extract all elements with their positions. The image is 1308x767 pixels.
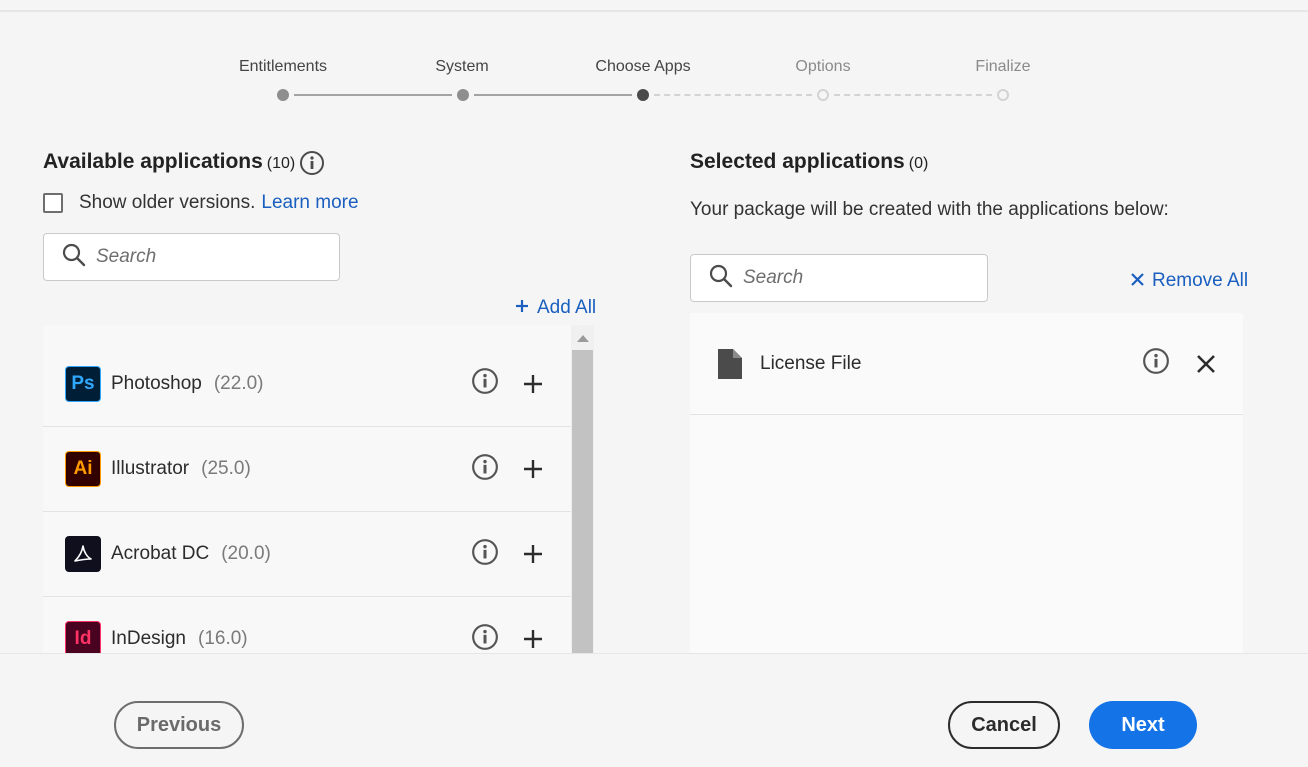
add-all-label: Add All [537, 297, 597, 318]
progress-stepper: Entitlements System Choose Apps Options … [0, 0, 1308, 110]
available-apps-count: (10) [266, 155, 296, 172]
info-icon[interactable] [471, 623, 499, 654]
acrobat-logo-icon [65, 536, 101, 572]
step-dot-choose-apps [637, 89, 649, 101]
selected-search-input[interactable] [743, 267, 963, 289]
info-icon[interactable] [471, 538, 499, 571]
step-dot-entitlements [277, 89, 289, 101]
selected-item-name: License File [760, 352, 862, 374]
add-app-icon[interactable] [521, 372, 545, 396]
next-button[interactable]: Next [1089, 701, 1197, 749]
app-version: (25.0) [201, 458, 251, 479]
app-row-indesign: Id InDesign (16.0) [43, 597, 571, 653]
remove-item-close-icon[interactable] [1195, 353, 1217, 375]
available-apps-list: Ps Photoshop (22.0) Ai Illustrator (25.0… [43, 325, 571, 653]
step-options-label: Options [795, 58, 851, 75]
info-icon[interactable] [471, 367, 499, 400]
remove-all-label: Remove All [1152, 270, 1249, 291]
step-connector [294, 94, 452, 96]
available-apps-heading: Available applications (10) [43, 150, 325, 176]
show-older-versions-label: Show older versions. [79, 192, 256, 213]
step-system-label: System [435, 58, 489, 75]
show-older-versions-row: Show older versions. Learn more [43, 192, 359, 214]
selected-item-license-file: License File [690, 313, 1243, 415]
app-name: InDesign [111, 628, 186, 649]
step-finalize-label: Finalize [975, 58, 1031, 75]
cancel-button[interactable]: Cancel [948, 701, 1060, 749]
plus-icon [515, 297, 529, 319]
app-row-acrobat-dc: Acrobat DC (20.0) [43, 512, 571, 597]
info-icon[interactable] [1142, 347, 1170, 380]
selected-search-box[interactable] [690, 254, 988, 302]
add-app-icon[interactable] [521, 542, 545, 566]
search-icon [62, 243, 86, 272]
app-version: (22.0) [213, 372, 264, 394]
selected-apps-list: License File [690, 313, 1243, 653]
app-name: Photoshop [111, 372, 202, 394]
step-choose-apps-label: Choose Apps [595, 58, 691, 75]
selected-apps-title: Selected applications [690, 150, 905, 173]
step-dot-finalize [997, 89, 1009, 101]
step-entitlements-label: Entitlements [238, 58, 328, 75]
scroll-up-arrow-icon[interactable] [577, 335, 589, 342]
scroll-thumb[interactable] [572, 350, 593, 670]
search-icon [709, 264, 733, 293]
app-name: Illustrator [111, 458, 190, 479]
previous-button[interactable]: Previous [114, 701, 244, 749]
indesign-logo-icon: Id [65, 621, 101, 653]
step-connector [834, 94, 992, 96]
available-search-input[interactable] [96, 246, 316, 268]
step-connector [474, 94, 632, 96]
remove-all-button[interactable]: Remove All [1131, 270, 1248, 292]
step-dot-options [817, 89, 829, 101]
add-app-icon[interactable] [521, 457, 545, 481]
app-row-illustrator: Ai Illustrator (25.0) [43, 427, 571, 512]
selected-apps-count: (0) [908, 155, 929, 172]
photoshop-logo-icon: Ps [65, 365, 101, 402]
show-older-versions-checkbox[interactable] [43, 193, 63, 213]
app-version: (20.0) [221, 543, 271, 564]
info-icon[interactable] [299, 150, 325, 176]
close-icon [1131, 270, 1144, 292]
info-icon[interactable] [471, 453, 499, 486]
file-icon [716, 348, 744, 380]
app-name: Acrobat DC [111, 543, 210, 564]
add-app-icon[interactable] [521, 627, 545, 651]
app-row-photoshop: Ps Photoshop (22.0) [43, 325, 571, 427]
step-dot-system [457, 89, 469, 101]
available-apps-title: Available applications [43, 150, 263, 173]
illustrator-logo-icon: Ai [65, 451, 101, 487]
footer-bar: Previous Cancel Next [0, 653, 1308, 767]
selected-apps-description: Your package will be created with the ap… [690, 199, 1169, 220]
app-version: (16.0) [198, 628, 248, 649]
step-connector [654, 94, 812, 96]
learn-more-link[interactable]: Learn more [261, 192, 358, 214]
available-search-box[interactable] [43, 233, 340, 281]
app-list-scrollbar[interactable] [571, 325, 594, 670]
add-all-button[interactable]: Add All [515, 297, 596, 319]
selected-apps-heading: Selected applications (0) [690, 150, 928, 174]
